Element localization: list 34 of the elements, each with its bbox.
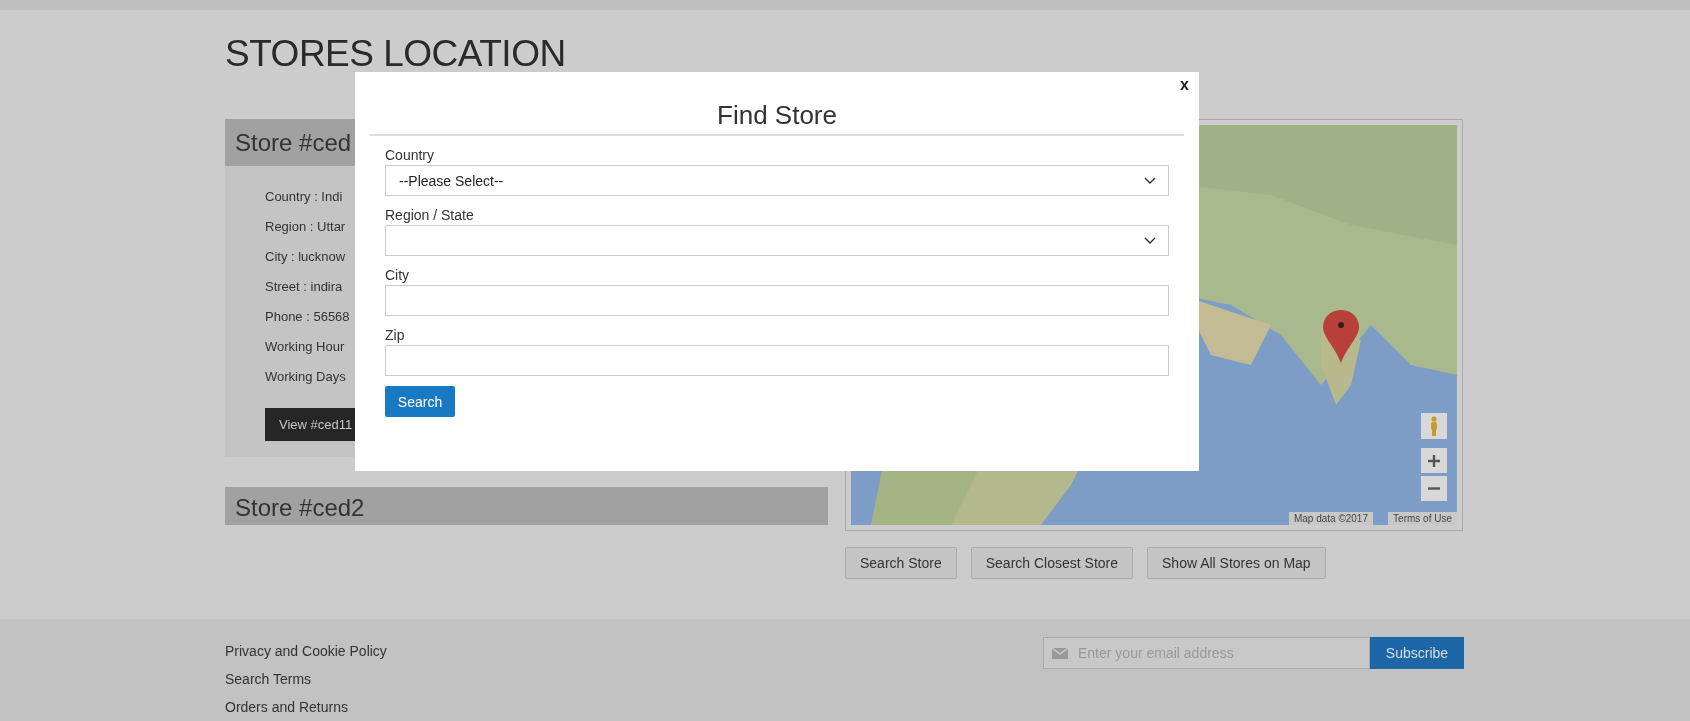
chevron-icon [1144, 237, 1156, 244]
store-detail: City : lucknow [265, 248, 346, 266]
chevron-icon [1144, 177, 1156, 184]
zoom-out-icon[interactable] [1421, 476, 1447, 501]
field-label: Country [385, 146, 435, 165]
pegman-icon[interactable] [1421, 413, 1447, 439]
input-field[interactable] [385, 285, 1169, 316]
footer-link[interactable]: Privacy and Cookie Policy [225, 637, 387, 665]
map-attribution: Map data ©2017 [1288, 512, 1373, 525]
store-detail: Region : Uttar [265, 218, 346, 236]
store-header: Store #ced2 [225, 487, 828, 525]
search-button[interactable]: Search [385, 386, 455, 417]
select-field[interactable]: --Please Select-- [385, 165, 1169, 196]
store-detail: Working Hour [265, 338, 345, 356]
terms-link[interactable]: Terms of Use [1388, 512, 1457, 525]
map-action-button[interactable]: Search Closest Store [970, 547, 1133, 579]
store-detail: Country : Indi [265, 188, 343, 206]
map-action-button[interactable]: Search Store [845, 547, 957, 579]
select-field[interactable] [385, 225, 1169, 256]
store-detail: Working Days [265, 368, 346, 386]
input-field[interactable] [385, 345, 1169, 376]
map-action-button[interactable]: Show All Stores on Map [1147, 547, 1326, 579]
store-detail: Street : indira [265, 278, 343, 296]
subscribe-button[interactable]: Subscribe [1370, 637, 1464, 669]
envelope-icon [1052, 648, 1068, 659]
field-label: City [385, 266, 410, 285]
store-detail: Phone : 56568 [265, 308, 350, 326]
zoom-in-icon[interactable] [1421, 448, 1447, 473]
footer-link[interactable]: Orders and Returns [225, 693, 348, 721]
footer-link[interactable]: Search Terms [225, 665, 312, 693]
close-button[interactable]: x [1178, 76, 1191, 94]
field-label: Region / State [385, 206, 474, 225]
field-label: Zip [385, 326, 405, 345]
page-title: STORES LOCATION [225, 32, 566, 76]
